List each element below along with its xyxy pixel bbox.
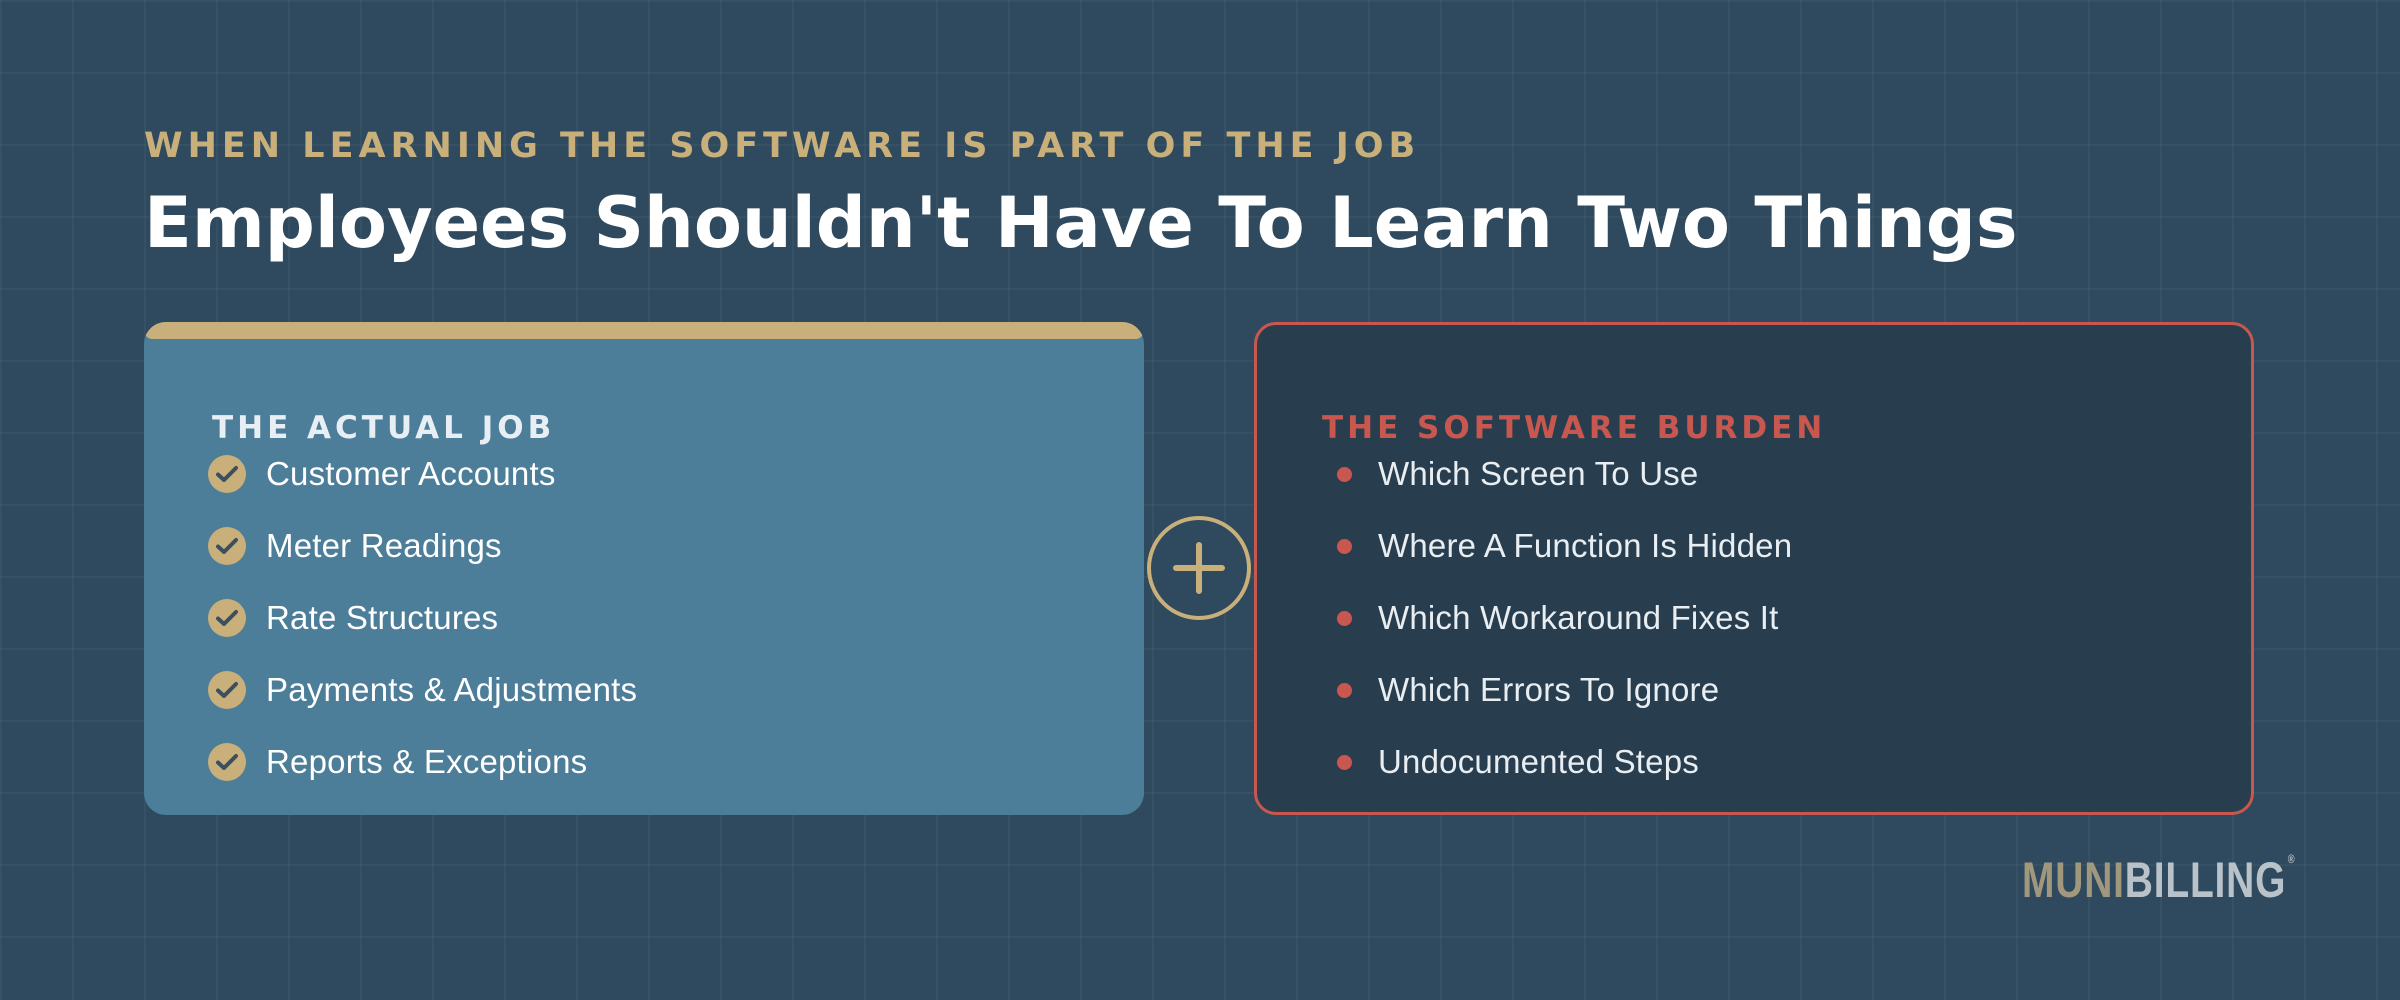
bullet-dot-icon (1337, 754, 1352, 770)
munibilling-logo: MUNI BILLING ® (2022, 852, 2295, 908)
check-circle-icon (208, 743, 246, 781)
list-item-label: Customer Accounts (266, 455, 556, 492)
check-circle-icon (208, 455, 246, 493)
check-circle-icon (208, 599, 246, 637)
bullet-dot-icon (1337, 466, 1352, 482)
list-item: Payments & Adjustments (208, 654, 637, 726)
list-item-label: Undocumented Steps (1378, 743, 1699, 780)
list-item-label: Rate Structures (266, 599, 499, 636)
actual-job-list: Customer Accounts Meter Readings Rate St… (208, 450, 637, 798)
logo-part-muni: MUNI (2022, 852, 2125, 908)
list-item-label: Which Workaround Fixes It (1378, 599, 1779, 636)
card-accent-bar (144, 322, 1144, 339)
software-burden-card: THE SOFTWARE BURDEN Which Screen To Use … (1254, 322, 2254, 815)
list-item: Which Screen To Use (1322, 438, 1792, 510)
plus-connector (1147, 516, 1251, 620)
bullet-dot-icon (1337, 610, 1352, 626)
list-item: Which Workaround Fixes It (1322, 582, 1792, 654)
check-circle-icon (208, 671, 246, 709)
actual-job-card: THE ACTUAL JOB Customer Accounts Meter R… (144, 322, 1144, 815)
list-item: Which Errors To Ignore (1322, 654, 1792, 726)
page: { "header": { "eyebrow": "WHEN LEARNING … (0, 0, 2400, 1000)
list-item-label: Payments & Adjustments (266, 671, 638, 708)
plus-icon (1173, 542, 1225, 594)
software-burden-list: Which Screen To Use Where A Function Is … (1322, 450, 1792, 798)
list-item: Where A Function Is Hidden (1322, 510, 1792, 582)
list-item-label: Which Screen To Use (1378, 455, 1699, 492)
list-item: Rate Structures (208, 582, 637, 654)
list-item: Meter Readings (208, 510, 637, 582)
check-circle-icon (208, 527, 246, 565)
list-item: Undocumented Steps (1322, 726, 1792, 798)
logo-part-billing: BILLING (2124, 852, 2287, 908)
list-item-label: Where A Function Is Hidden (1378, 527, 1793, 564)
bullet-dot-icon (1337, 538, 1352, 554)
list-item-label: Which Errors To Ignore (1378, 671, 1720, 708)
page-title: Employees Shouldn't Have To Learn Two Th… (144, 182, 2018, 264)
registered-mark: ® (2287, 852, 2295, 866)
list-item-label: Reports & Exceptions (266, 743, 588, 780)
list-item: Reports & Exceptions (208, 726, 637, 798)
bullet-dot-icon (1337, 682, 1352, 698)
list-item: Customer Accounts (208, 438, 637, 510)
list-item-label: Meter Readings (266, 527, 502, 564)
eyebrow-heading: WHEN LEARNING THE SOFTWARE IS PART OF TH… (144, 126, 1421, 166)
